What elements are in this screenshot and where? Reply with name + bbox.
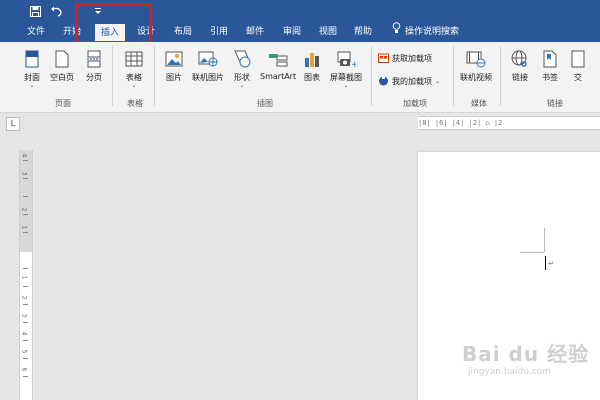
screenshot-icon: +	[336, 48, 356, 70]
online-video-button[interactable]: 联机视频	[460, 48, 492, 83]
ruler-number: 5	[20, 349, 28, 354]
shapes-icon	[232, 48, 252, 70]
group-separator	[453, 46, 454, 106]
group-label-illustrations: 插图	[257, 99, 273, 108]
tab-selector[interactable]: L	[6, 117, 20, 131]
tell-me-label: 操作说明搜索	[405, 27, 460, 37]
tab-help[interactable]: 帮助	[348, 22, 378, 42]
save-icon[interactable]	[28, 3, 42, 19]
group-label-media: 媒体	[471, 99, 487, 108]
svg-text:+: +	[351, 60, 356, 68]
store-icon	[378, 52, 389, 65]
ruler-tick	[23, 160, 28, 161]
lightbulb-icon	[392, 22, 401, 42]
cross-reference-button[interactable]: 交	[568, 48, 588, 83]
ruler-tick	[23, 178, 28, 179]
ruler-number: 3	[20, 171, 28, 176]
ruler-number: 2	[20, 207, 28, 212]
margin-corner-mark	[520, 252, 544, 253]
ruler-tick	[23, 376, 28, 377]
online-video-icon	[466, 48, 486, 70]
tab-references[interactable]: 引用	[204, 22, 234, 42]
ruler-number: 1	[20, 275, 28, 280]
ruler-number: 1	[20, 225, 28, 230]
picture-button[interactable]: 图片	[164, 48, 184, 83]
tell-me-search[interactable]: 操作说明搜索	[392, 22, 459, 42]
group-separator	[500, 46, 501, 106]
margin-corner-mark	[544, 228, 545, 252]
shapes-button[interactable]: 形状 ⌄	[232, 48, 252, 89]
tab-review[interactable]: 审阅	[277, 22, 307, 42]
ruler-row: L |8| |6| |4| |2| ⌂ |2	[0, 113, 600, 131]
group-label-addins: 加载项	[403, 99, 427, 108]
ruler-number: 4	[20, 331, 28, 336]
ruler-number: 4	[20, 153, 28, 158]
bookmark-icon	[540, 48, 560, 70]
chart-icon	[302, 48, 322, 70]
vertical-ruler-margin	[20, 150, 32, 252]
ruler-tick	[23, 340, 28, 341]
screenshot-button[interactable]: + 屏幕截图 ⌄	[330, 48, 362, 89]
group-label-pages: 页面	[55, 99, 71, 108]
ruler-tick	[23, 268, 28, 269]
addins-icon	[378, 75, 389, 88]
bookmark-button[interactable]: 书签	[540, 48, 560, 83]
group-separator	[112, 46, 113, 106]
page-break-icon	[84, 48, 104, 70]
ruler-tick	[23, 322, 28, 323]
highlight-box	[75, 3, 152, 44]
horizontal-ruler[interactable]: |8| |6| |4| |2| ⌂ |2	[418, 116, 600, 130]
link-button[interactable]: 链接	[510, 48, 530, 83]
tab-mailings[interactable]: 邮件	[240, 22, 270, 42]
watermark-url: jingyan.baidu.com	[468, 367, 552, 377]
ruler-tick	[23, 286, 28, 287]
group-separator	[371, 46, 372, 106]
online-picture-button[interactable]: 联机图片	[192, 48, 224, 83]
ruler-number: 6	[20, 367, 28, 372]
my-addins-button[interactable]: 我的加载项 ⌄	[378, 75, 440, 88]
group-separator	[154, 46, 155, 106]
tab-layout[interactable]: 布局	[168, 22, 198, 42]
group-label-tables: 表格	[127, 99, 143, 108]
ruler-tick	[23, 358, 28, 359]
ruler-number: 3	[20, 313, 28, 318]
chevron-down-icon: ⌄	[435, 78, 441, 85]
smartart-button[interactable]: SmartArt	[260, 48, 296, 81]
undo-icon[interactable]	[48, 3, 66, 19]
picture-icon	[164, 48, 184, 70]
chart-button[interactable]: 图表	[302, 48, 322, 83]
vertical-ruler[interactable]: 4 3 2 1 1 2 3 4 5 6	[19, 150, 33, 400]
watermark-logo-text: Bai du 经验	[462, 342, 590, 366]
globe-link-icon	[510, 48, 530, 70]
tab-view[interactable]: 视图	[313, 22, 343, 42]
get-addins-button[interactable]: 获取加载项	[378, 52, 432, 65]
cover-page-icon	[22, 48, 42, 70]
ruler-tick	[23, 214, 28, 215]
ruler-tick	[23, 232, 28, 233]
page-break-button[interactable]: 分页	[84, 48, 104, 83]
online-picture-icon	[198, 48, 218, 70]
table-icon	[124, 48, 144, 70]
cross-reference-icon	[568, 48, 588, 70]
ribbon-insert: 封面 ⌄ 空白页 分页 页面 表格 ⌄ 表格 图片 联机图片 形状 ⌄ SmartAr…	[0, 42, 600, 113]
baidu-watermark: Bai du 经验 jingyan.baidu.com	[462, 338, 589, 377]
ruler-tick	[23, 304, 28, 305]
smartart-icon	[268, 48, 288, 70]
paragraph-mark: ↵	[548, 259, 555, 268]
table-button[interactable]: 表格 ⌄	[124, 48, 144, 89]
cover-page-button[interactable]: 封面 ⌄	[22, 48, 42, 89]
text-cursor	[545, 256, 546, 270]
ruler-number: 2	[20, 295, 28, 300]
tab-file[interactable]: 文件	[22, 22, 50, 42]
blank-page-icon	[52, 48, 72, 70]
ruler-tick	[23, 196, 28, 197]
group-label-links: 链接	[547, 99, 563, 108]
blank-page-button[interactable]: 空白页	[50, 48, 74, 83]
